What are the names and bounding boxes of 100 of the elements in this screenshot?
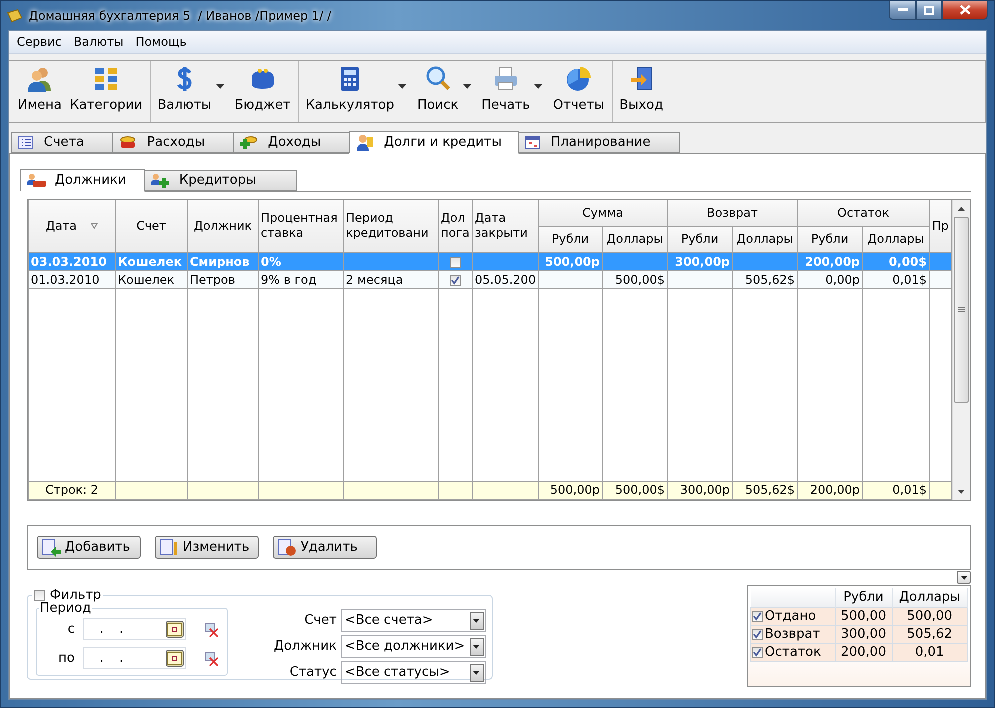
tab[interactable]: Счета (11, 132, 114, 153)
table-cell: 505,62$ (732, 270, 798, 289)
clear-date-icon[interactable] (205, 650, 219, 666)
toolbar-button[interactable]: Выход (616, 61, 668, 122)
table-cell: 300,00 (835, 626, 892, 644)
tab[interactable]: Кредиторы (144, 170, 298, 191)
menu-item[interactable]: Помощь (130, 35, 193, 49)
action-button[interactable]: Изменить (155, 536, 259, 559)
action-button[interactable]: Удалить (273, 536, 377, 559)
period-legend: Период (39, 601, 92, 616)
calendar-icon[interactable] (166, 650, 184, 666)
tab-icon (18, 136, 34, 150)
tab-icon (151, 172, 172, 188)
dropdown-caret-icon[interactable] (534, 84, 544, 89)
checkbox[interactable] (752, 646, 763, 658)
column-header[interactable]: Рубли (798, 226, 863, 252)
tab[interactable]: Расходы (112, 132, 234, 153)
column-header[interactable]: Доллары (732, 226, 798, 252)
dropdown-select[interactable]: <Все статусы> (340, 661, 486, 684)
field-label: Счет (304, 613, 337, 628)
toolbar-icon (424, 65, 452, 93)
caret-down-icon (473, 644, 480, 648)
tab[interactable]: Должники (20, 169, 146, 192)
tab[interactable]: Долги и кредиты (349, 131, 519, 154)
dropdown-select[interactable]: <Все должники> (340, 635, 486, 658)
column-header[interactable]: Процентная ставка (258, 200, 344, 252)
table-cell: 05.05.200 (472, 270, 538, 289)
toolbar-button[interactable]: Отчеты (549, 61, 609, 122)
column-header[interactable]: Период кредитовани (344, 200, 438, 252)
caret-up-icon (958, 206, 965, 210)
table-cell: 505,62$ (732, 481, 798, 500)
toolbar-button[interactable]: Бюджет (230, 61, 295, 122)
tab-icon (356, 134, 374, 151)
minimize-icon (898, 8, 908, 12)
toolbar-icon (26, 65, 54, 93)
table-cell: 03.03.2010 (28, 252, 116, 271)
toolbar-button[interactable]: Поиск (413, 61, 463, 122)
table-cell: 500,00$ (602, 270, 668, 289)
table-cell: Кошелек (116, 252, 188, 271)
toolbar-button[interactable]: Категории (66, 61, 147, 122)
toolbar-button[interactable]: Калькулятор (302, 61, 398, 122)
column-header[interactable]: Доллары (862, 226, 930, 252)
column-header[interactable]: Должник (188, 200, 258, 252)
table-cell: 0,01$ (862, 270, 930, 289)
column-header[interactable]: Остаток (798, 200, 930, 226)
table-cell: 01.03.2010 (28, 270, 116, 289)
column-header[interactable]: Дата закрыти (472, 200, 538, 252)
close-button[interactable] (942, 1, 988, 20)
table-cell: 500,00р (538, 481, 602, 500)
column-header[interactable]: Рубли (668, 226, 733, 252)
minimize-button[interactable] (889, 1, 916, 20)
calendar-icon[interactable] (166, 620, 184, 638)
column-header[interactable]: Дол пога (438, 200, 472, 252)
tab-icon (119, 136, 138, 150)
dropdown-select[interactable]: <Все счета> (340, 609, 486, 632)
column-header[interactable]: Рубли (538, 226, 602, 252)
table-cell: Строк: 2 (28, 481, 116, 500)
table-cell: 505,62 (892, 626, 968, 644)
toolbar-button[interactable]: Имена (14, 61, 66, 122)
column-header[interactable]: Пр (930, 200, 952, 252)
column-header[interactable]: Дата (28, 200, 116, 252)
column-header[interactable]: Доллары (602, 226, 668, 252)
toolbar-button[interactable]: Печать (478, 61, 534, 122)
maximize-icon (924, 6, 934, 14)
collapse-toggle-button[interactable] (957, 571, 971, 584)
caret-down-icon (958, 490, 965, 494)
dropdown-caret-icon[interactable] (398, 84, 408, 89)
toolbar-button[interactable]: Валюты (154, 61, 216, 122)
table-cell: Петров (188, 270, 258, 289)
checkbox[interactable] (450, 256, 461, 268)
checkbox[interactable] (752, 610, 763, 622)
checkbox[interactable] (450, 275, 461, 286)
table-cell: 2 месяца (344, 270, 438, 289)
vertical-scrollbar[interactable] (952, 200, 970, 500)
tab[interactable]: Планирование (518, 132, 680, 153)
date-field[interactable]: . . (83, 647, 186, 669)
menu-item[interactable]: Валюты (68, 35, 130, 49)
table-cell: 0,01 (892, 644, 968, 662)
checkbox[interactable] (752, 628, 763, 640)
button-icon (160, 538, 180, 556)
dropdown-caret-icon[interactable] (462, 84, 472, 89)
table-cell: 500,00 (835, 608, 892, 626)
toolbar-icon (564, 65, 593, 93)
action-button[interactable]: Добавить (37, 536, 141, 559)
date-field[interactable]: . . (83, 618, 186, 640)
column-header[interactable]: Возврат (668, 200, 798, 226)
tab[interactable]: Доходы (233, 132, 350, 153)
table-cell: Смирнов (188, 252, 258, 271)
table-cell: 200,00р (798, 481, 863, 500)
table-cell: 200,00р (798, 252, 863, 271)
clear-date-icon[interactable] (205, 622, 219, 636)
table-cell: 200,00 (835, 644, 892, 662)
checkbox[interactable] (34, 590, 45, 601)
caret-down-icon (473, 618, 480, 622)
menu-item[interactable]: Сервис (11, 35, 68, 49)
field-label: Статус (288, 665, 337, 680)
maximize-button[interactable] (916, 1, 942, 20)
dropdown-caret-icon[interactable] (216, 84, 225, 89)
column-header[interactable]: Сумма (538, 200, 668, 226)
column-header[interactable]: Счет (116, 200, 188, 252)
